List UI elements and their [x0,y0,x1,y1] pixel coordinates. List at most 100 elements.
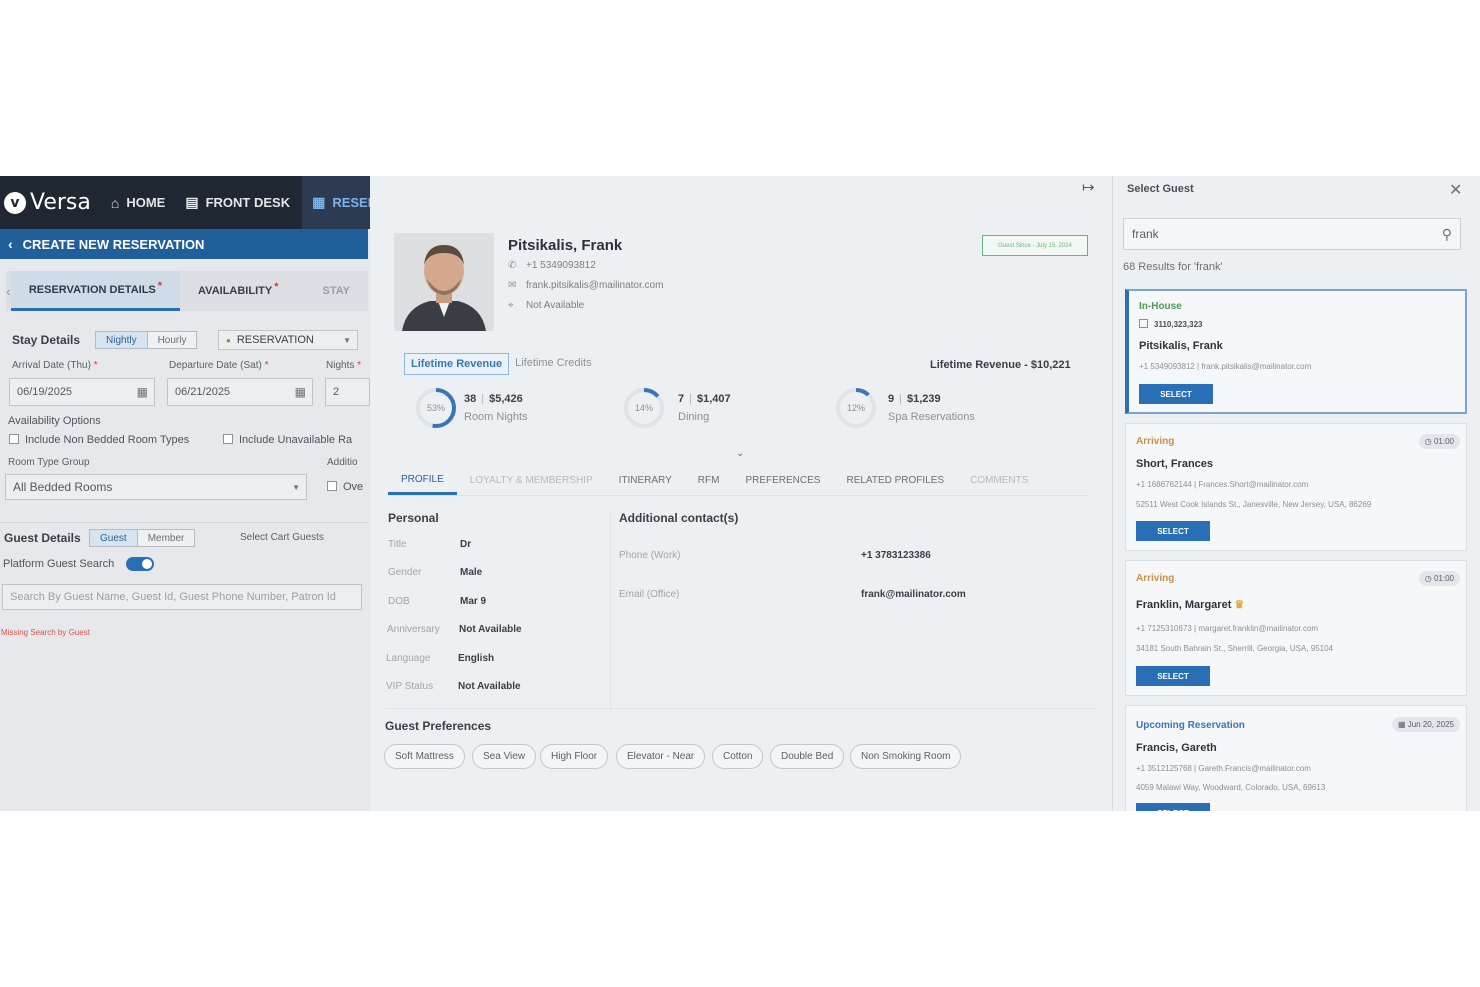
include-unavailable-option[interactable]: Include Unavailable Ra [223,434,352,446]
title-value: Dr [460,539,472,550]
override-option[interactable]: Ove [327,481,363,493]
collapse-panel-icon[interactable]: ↦ [1082,178,1095,196]
logo-text: Versa [30,190,91,215]
include-non-bedded-option[interactable]: Include Non Bedded Room Types [9,434,189,446]
versa-logo[interactable]: v Versa [4,190,91,215]
platform-guest-search-label: Platform Guest Search [3,558,115,570]
select-guest-button[interactable]: SELECT [1139,384,1213,404]
guest-search-field[interactable]: frank ⚲ [1123,218,1461,250]
anniversary-row: Anniversary Not Available [387,624,522,635]
anniversary-value: Not Available [459,624,522,635]
tab-loyalty-membership[interactable]: LOYALTY & MEMBERSHIP [457,466,606,495]
tab-lifetime-revenue[interactable]: Lifetime Revenue [404,353,510,375]
tab-reservation-details[interactable]: RESERVATION DETAILS * [10,271,181,311]
nav-reservations[interactable]: ▦ RESERV [302,176,370,229]
close-icon[interactable]: ✕ [1449,180,1462,200]
select-guest-button[interactable]: SELECT [1136,666,1210,686]
room-nights-pct: 53% [427,403,445,413]
required-marker: * [357,360,362,371]
calendar-icon[interactable]: ▦ [295,385,306,399]
tab-preferences[interactable]: PREFERENCES [732,466,833,495]
room-nights-amount: $5,426 [489,393,523,405]
arrival-date-input[interactable]: 06/19/2025 ▦ [9,378,155,406]
email-office-key: Email (Office) [619,589,680,600]
departure-date-input[interactable]: 06/21/2025 ▦ [167,378,313,406]
departure-date-value: 06/21/2025 [175,386,231,398]
required-marker: * [264,360,269,371]
select-guest-panel: Select Guest ✕ frank ⚲ 68 Results for 'f… [1112,176,1480,811]
member-option[interactable]: Member [138,530,195,546]
phone-icon: ✆ [508,260,517,271]
guest-result-card[interactable]: Arriving ◷ 01:00 Short, Frances +1 16867… [1125,423,1467,551]
personal-title-row: Title Dr [388,539,471,550]
tab-availability-label: AVAILABILITY [198,285,273,297]
back-arrow-icon[interactable]: ‹ [8,236,13,252]
room-icon [1139,319,1148,328]
email-office-row: Email (Office) frank@mailinator.com [619,589,966,600]
tab-itinerary[interactable]: ITINERARY [606,466,685,495]
hourly-option[interactable]: Hourly [148,332,197,348]
guest-result-card[interactable]: Upcoming Reservation ▦ Jun 20, 2025 Fran… [1125,705,1467,811]
guest-status: In-House [1139,301,1182,312]
tab-lifetime-credits[interactable]: Lifetime Credits [509,353,597,375]
room-numbers-row: 3110,323,323 [1139,319,1203,329]
spa-nums: 9 | $1,239 [888,393,975,405]
stay-details-title: Stay Details [12,333,81,347]
nav-front-desk[interactable]: ▤ FRONT DESK [185,194,290,211]
nav-home[interactable]: ⌂ HOME [111,195,165,211]
guest-status: Upcoming Reservation [1136,720,1245,731]
pref-chip-non-smoking-room: Non Smoking Room [850,744,962,769]
override-checkbox[interactable] [327,481,337,491]
room-nights-nums: 38 | $5,426 [464,393,528,405]
language-value: English [458,653,495,664]
home-icon: ⌂ [110,194,120,211]
reservation-type-select[interactable]: ● RESERVATION ▼ [218,330,358,350]
personal-title: Personal [388,511,439,525]
additional-contacts-title: Additional contact(s) [619,511,739,525]
tab-profile[interactable]: PROFILE [388,466,457,495]
nights-input[interactable]: 2 [325,378,370,406]
column-divider [610,510,611,710]
nav-home-label: HOME [126,195,166,210]
stay-mode-toggle: Nightly Hourly [95,331,198,349]
guest-search-input[interactable]: Search By Guest Name, Guest Id, Guest Ph… [2,584,362,610]
select-guest-button[interactable]: SELECT [1136,803,1210,811]
tab-stay[interactable]: STAY [296,271,368,311]
departure-date-label: Departure Date (Sat) * [169,360,269,371]
room-type-group-select[interactable]: All Bedded Rooms ▼ [5,474,307,500]
guest-result-card[interactable]: In-House 3110,323,323 Pitsikalis, Frank … [1125,289,1467,414]
include-unavailable-checkbox[interactable] [223,434,233,444]
crown-icon: ♛ [1234,599,1245,611]
title-key: Title [388,539,407,550]
tab-related-profiles[interactable]: RELATED PROFILES [833,466,957,495]
select-cart-guests-link[interactable]: Select Cart Guests [240,532,324,543]
nightly-option[interactable]: Nightly [96,332,148,348]
arrival-time-badge: ◷ 01:00 [1418,571,1460,586]
guest-option[interactable]: Guest [90,530,138,546]
pref-chip-elevator-near: Elevator - Near [616,744,706,769]
dining-nums: 7 | $1,407 [678,393,731,405]
reservation-panel: v Versa ⌂ HOME ▤ FRONT DESK ▦ RESERV ‹ C… [0,176,370,811]
include-non-bedded-checkbox[interactable] [9,434,19,444]
vip-status-key: VIP Status [386,681,434,692]
platform-guest-search-toggle[interactable] [126,557,154,571]
search-icon[interactable]: ⚲ [1442,226,1452,243]
tab-comments[interactable]: COMMENTS [957,466,1041,495]
guest-since-badge: Guest Since - July 15, 2024 [982,235,1088,256]
tab-availability[interactable]: AVAILABILITY * [180,271,296,311]
guest-address: Not Available [526,300,585,311]
reservation-tabs: ‹ RESERVATION DETAILS * AVAILABILITY * STA… [6,271,368,311]
clock-icon: ◷ [1424,574,1432,583]
spa-pct: 12% [847,403,865,413]
expand-chevron-icon[interactable]: ⌄ [736,448,744,459]
room-nights-ring: 53% [416,388,456,428]
dob-key: DOB [388,596,410,607]
calendar-icon[interactable]: ▦ [137,385,148,399]
reservation-date: Jun 20, 2025 [1407,720,1454,729]
guest-result-card[interactable]: Arriving ◷ 01:00 Franklin, Margaret ♛ +1… [1125,560,1467,696]
email-office-value: frank@mailinator.com [861,589,966,600]
tab-rfm[interactable]: RFM [685,466,733,495]
select-guest-button[interactable]: SELECT [1136,521,1210,541]
gender-row: Gender Male [388,567,482,578]
guest-phone: +1 5349093812 [526,260,596,271]
